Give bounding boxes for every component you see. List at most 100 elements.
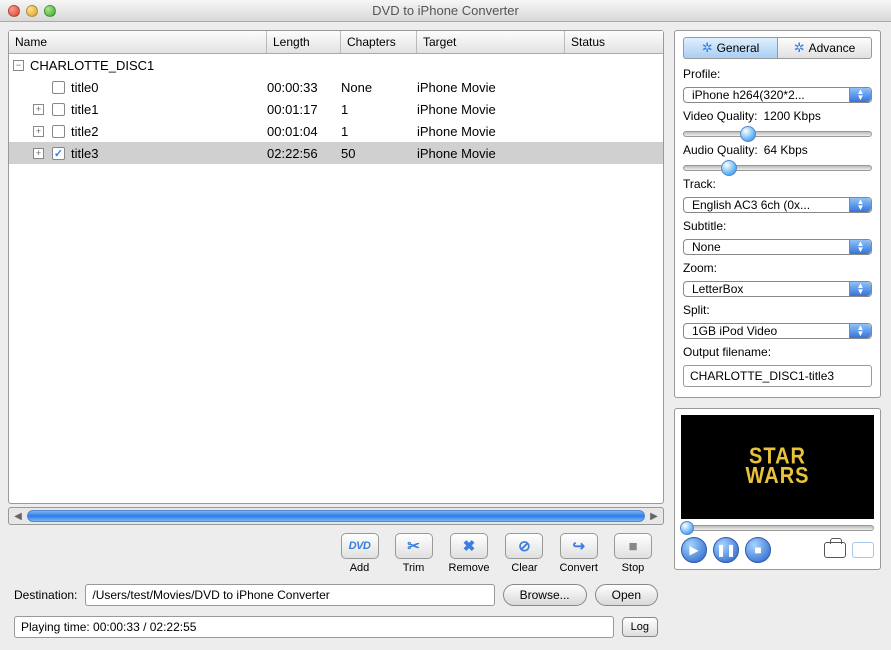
audio-quality-slider[interactable] — [683, 165, 872, 171]
prohibit-icon: ⊘ — [505, 533, 543, 559]
scroll-right-icon[interactable]: ▶ — [647, 509, 661, 523]
table-row[interactable]: title0 00:00:33NoneiPhone Movie — [9, 76, 663, 98]
audio-quality-value: 64 Kbps — [764, 143, 808, 157]
gear-icon: ✲ — [794, 40, 805, 56]
title-chapters: None — [341, 80, 417, 95]
col-name[interactable]: Name — [9, 31, 267, 53]
title-checkbox[interactable] — [52, 147, 65, 160]
split-select[interactable]: 1GB iPod Video▲▼ — [683, 323, 872, 339]
title-target: iPhone Movie — [417, 80, 565, 95]
title-length: 00:01:17 — [267, 102, 341, 117]
settings-panel: ✲General ✲Advance Profile: iPhone h264(3… — [674, 30, 881, 398]
title-name: title0 — [71, 80, 98, 95]
destination-bar: Destination: Browse... Open — [8, 584, 664, 606]
trim-button[interactable]: ✂ Trim — [395, 533, 433, 574]
chevron-updown-icon: ▲▼ — [849, 198, 871, 212]
preview-image: STARWARS — [746, 447, 810, 486]
main-toolbar: DVD Add ✂ Trim ✖ Remove ⊘ Clear ↪ Conver… — [8, 525, 664, 582]
video-quality-value: 1200 Kbps — [764, 109, 821, 123]
subtitle-label: Subtitle: — [683, 219, 872, 233]
stop-icon: ■ — [614, 533, 652, 559]
column-headers: Name Length Chapters Target Status — [9, 31, 663, 54]
col-chapters[interactable]: Chapters — [341, 31, 417, 53]
playing-time-text: Playing time: 00:00:33 / 02:22:55 — [14, 616, 614, 638]
subtitle-select[interactable]: None▲▼ — [683, 239, 872, 255]
convert-icon: ↪ — [560, 533, 598, 559]
expand-icon[interactable]: + — [33, 148, 44, 159]
tab-advance[interactable]: ✲Advance — [777, 37, 872, 59]
minimize-window-button[interactable] — [26, 5, 38, 17]
title-chapters: 1 — [341, 124, 417, 139]
tab-general[interactable]: ✲General — [683, 37, 777, 59]
title-checkbox[interactable] — [52, 103, 65, 116]
chevron-updown-icon: ▲▼ — [849, 88, 871, 102]
browse-button[interactable]: Browse... — [503, 584, 587, 606]
preview-seek-slider[interactable] — [681, 525, 874, 531]
title-chapters: 1 — [341, 102, 417, 117]
convert-button[interactable]: ↪ Convert — [559, 533, 598, 574]
zoom-select[interactable]: LetterBox▲▼ — [683, 281, 872, 297]
table-row[interactable]: +title302:22:5650iPhone Movie — [9, 142, 663, 164]
destination-input[interactable] — [85, 584, 494, 606]
scroll-thumb[interactable] — [27, 510, 645, 522]
title-target: iPhone Movie — [417, 124, 565, 139]
col-length[interactable]: Length — [267, 31, 341, 53]
table-row[interactable]: + title2 00:01:041iPhone Movie — [9, 120, 663, 142]
add-button[interactable]: DVD Add — [341, 533, 379, 574]
pause-button[interactable]: ❚❚ — [713, 537, 739, 563]
clear-button[interactable]: ⊘ Clear — [505, 533, 543, 574]
gear-icon: ✲ — [702, 40, 713, 56]
horizontal-scrollbar[interactable]: ◀ ▶ — [8, 507, 664, 525]
video-quality-slider[interactable] — [683, 131, 872, 137]
image-folder-button[interactable] — [852, 542, 874, 558]
track-select[interactable]: English AC3 6ch (0x...▲▼ — [683, 197, 872, 213]
stop-preview-button[interactable]: ■ — [745, 537, 771, 563]
split-label: Split: — [683, 303, 872, 317]
zoom-window-button[interactable] — [44, 5, 56, 17]
scroll-left-icon[interactable]: ◀ — [11, 509, 25, 523]
chevron-updown-icon: ▲▼ — [849, 282, 871, 296]
profile-label: Profile: — [683, 67, 872, 81]
title-name: title1 — [71, 102, 98, 117]
stop-button[interactable]: ■ Stop — [614, 533, 652, 574]
title-name: title3 — [71, 146, 98, 161]
title-target: iPhone Movie — [417, 102, 565, 117]
title-length: 02:22:56 — [267, 146, 341, 161]
table-row[interactable]: + title1 00:01:171iPhone Movie — [9, 98, 663, 120]
open-button[interactable]: Open — [595, 584, 658, 606]
profile-select[interactable]: iPhone h264(320*2...▲▼ — [683, 87, 872, 103]
title-checkbox[interactable] — [52, 81, 65, 94]
x-icon: ✖ — [450, 533, 488, 559]
snapshot-button[interactable] — [824, 542, 846, 558]
title-name: title2 — [71, 124, 98, 139]
audio-quality-label: Audio Quality: — [683, 143, 758, 157]
col-status[interactable]: Status — [565, 31, 663, 53]
remove-button[interactable]: ✖ Remove — [449, 533, 490, 574]
expand-icon[interactable]: + — [33, 104, 44, 115]
zoom-label: Zoom: — [683, 261, 872, 275]
expand-icon[interactable]: + — [33, 126, 44, 137]
preview-screen: STARWARS — [681, 415, 874, 519]
track-label: Track: — [683, 177, 872, 191]
scissors-icon: ✂ — [395, 533, 433, 559]
title-checkbox[interactable] — [52, 125, 65, 138]
collapse-icon[interactable]: − — [13, 60, 24, 71]
status-bar: Playing time: 00:00:33 / 02:22:55 Log — [8, 612, 664, 642]
disc-name: CHARLOTTE_DISC1 — [30, 58, 154, 73]
close-window-button[interactable] — [8, 5, 20, 17]
dvd-icon: DVD — [341, 533, 379, 559]
title-length: 00:01:04 — [267, 124, 341, 139]
tree-root[interactable]: −CHARLOTTE_DISC1 — [9, 58, 267, 73]
output-filename-input[interactable] — [683, 365, 872, 387]
destination-label: Destination: — [14, 588, 77, 602]
output-filename-label: Output filename: — [683, 345, 872, 359]
log-button[interactable]: Log — [622, 617, 658, 637]
play-button[interactable]: ▶ — [681, 537, 707, 563]
col-target[interactable]: Target — [417, 31, 565, 53]
preview-panel: STARWARS ▶ ❚❚ ■ — [674, 408, 881, 570]
chevron-updown-icon: ▲▼ — [849, 324, 871, 338]
title-length: 00:00:33 — [267, 80, 341, 95]
titlebar: DVD to iPhone Converter — [0, 0, 891, 22]
window-title: DVD to iPhone Converter — [56, 3, 835, 18]
chevron-updown-icon: ▲▼ — [849, 240, 871, 254]
